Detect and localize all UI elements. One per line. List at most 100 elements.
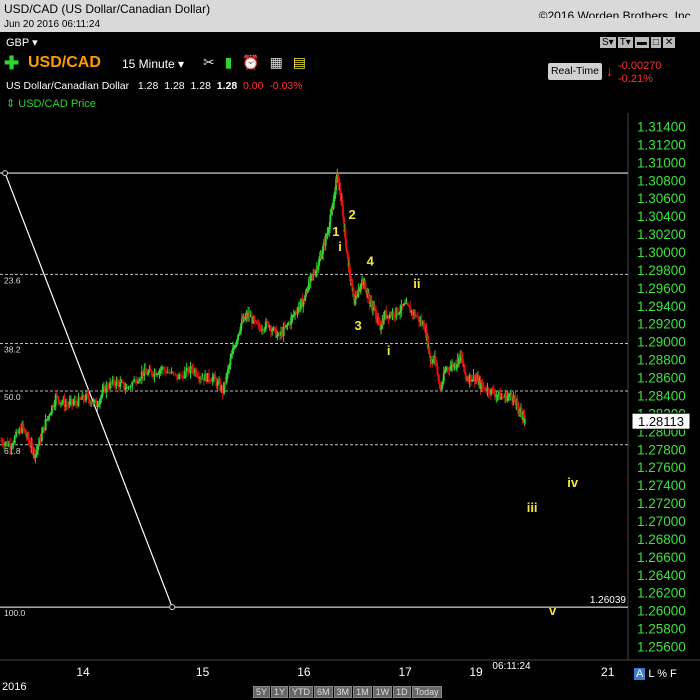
candle-body bbox=[224, 381, 227, 383]
candle-body bbox=[513, 396, 516, 400]
candle-body bbox=[419, 319, 422, 322]
candle-body bbox=[523, 418, 526, 424]
realtime-button[interactable]: Real-Time bbox=[548, 63, 602, 80]
percent-scale-button[interactable]: % bbox=[657, 668, 667, 680]
y-tick-label: 1.26400 bbox=[637, 568, 686, 583]
candle-body bbox=[243, 316, 246, 320]
time-button-3m[interactable]: 3M bbox=[333, 686, 353, 698]
alarm-clock-icon[interactable]: ⏰ bbox=[242, 54, 259, 71]
candle-body bbox=[473, 375, 476, 382]
candle-body bbox=[383, 311, 386, 319]
candle-body bbox=[0, 440, 3, 442]
tools-icon[interactable]: ✂ bbox=[203, 54, 215, 71]
trend-line bbox=[4, 172, 173, 608]
time-button-1d[interactable]: 1D bbox=[393, 686, 411, 698]
change-pct: -0.21% bbox=[618, 73, 653, 85]
calculator-icon[interactable]: ▦ bbox=[270, 54, 283, 71]
candle-body bbox=[209, 379, 212, 381]
candle-body bbox=[31, 442, 34, 446]
candle-body bbox=[286, 324, 289, 326]
series-legend[interactable]: ⇕ USD/CAD Price bbox=[6, 97, 96, 110]
candle-body bbox=[273, 327, 276, 329]
candle-body bbox=[43, 427, 46, 431]
candle-body bbox=[416, 316, 419, 318]
symbol-label[interactable]: USD/CAD bbox=[28, 54, 101, 72]
candle-body bbox=[317, 265, 320, 270]
trend-line-handle bbox=[169, 604, 176, 611]
fit-button[interactable]: F bbox=[670, 668, 677, 680]
candle-body bbox=[483, 387, 486, 391]
window-button-4[interactable]: ✕ bbox=[662, 37, 676, 48]
candle-body bbox=[153, 371, 156, 377]
auto-scale-button[interactable]: A bbox=[634, 668, 646, 680]
candle-body bbox=[185, 367, 188, 372]
candle-body bbox=[461, 359, 464, 364]
add-symbol-icon[interactable]: ✚ bbox=[4, 53, 19, 74]
interval-select[interactable]: 15 Minute ▾ bbox=[122, 57, 184, 71]
candle-body bbox=[42, 427, 45, 433]
candle-body bbox=[312, 273, 315, 276]
candle-body bbox=[404, 303, 407, 305]
candle-body bbox=[400, 304, 403, 312]
time-button-1w[interactable]: 1W bbox=[372, 686, 393, 698]
time-button-today[interactable]: Today bbox=[411, 686, 442, 698]
y-tick-label: 1.29800 bbox=[637, 263, 686, 278]
candle-body bbox=[72, 402, 75, 404]
candle-body bbox=[363, 281, 366, 283]
wave-label: v bbox=[549, 603, 557, 618]
candle-body bbox=[331, 208, 334, 210]
candle-body bbox=[405, 302, 408, 304]
quote-name: US Dollar/Canadian Dollar bbox=[6, 80, 130, 92]
candle-body bbox=[500, 396, 503, 400]
bar-chart-icon[interactable]: ▮ bbox=[225, 54, 233, 71]
candle-body bbox=[101, 389, 104, 396]
candle-body bbox=[435, 360, 438, 364]
time-button-1y[interactable]: 1Y bbox=[271, 686, 289, 698]
candle-body bbox=[33, 449, 36, 453]
candle-body bbox=[216, 381, 219, 386]
wave-label: iv bbox=[567, 475, 579, 490]
candle-body bbox=[464, 374, 467, 380]
candle-body bbox=[129, 386, 132, 388]
candle-body bbox=[34, 454, 37, 458]
time-button-6m[interactable]: 6M bbox=[314, 686, 333, 698]
candle-body bbox=[371, 304, 374, 311]
candle-body bbox=[32, 452, 35, 454]
y-tick-label: 1.28200 bbox=[637, 406, 686, 421]
currency-select[interactable]: GBP ▾ bbox=[6, 36, 38, 49]
candle-body bbox=[436, 366, 439, 375]
candle-body bbox=[240, 323, 243, 331]
candle-body bbox=[22, 423, 25, 429]
candle-body bbox=[313, 273, 316, 275]
candle-body bbox=[162, 367, 165, 371]
candle-body bbox=[125, 387, 128, 389]
candle-body bbox=[195, 369, 198, 376]
wave-label: 3 bbox=[355, 318, 362, 333]
candle-body bbox=[363, 281, 366, 285]
time-button-ytd[interactable]: YTD bbox=[289, 686, 314, 698]
candle-body bbox=[523, 414, 526, 424]
candle-body bbox=[220, 386, 223, 391]
candle-body bbox=[335, 176, 338, 179]
candle-body bbox=[390, 313, 393, 316]
candle-body bbox=[496, 395, 499, 397]
candle-body bbox=[142, 371, 145, 377]
candle-body bbox=[66, 404, 69, 406]
window-button-2[interactable]: ▬ bbox=[634, 37, 649, 48]
window-button-3[interactable]: □ bbox=[650, 37, 661, 48]
time-button-5y[interactable]: 5Y bbox=[253, 686, 271, 698]
candle-body bbox=[231, 348, 234, 355]
note-icon[interactable]: ▤ bbox=[293, 54, 306, 71]
price-chart[interactable]: 1.31400 1.31200 1.31000 1.30800 1.30600 1.304… bbox=[0, 0, 700, 700]
time-button-1m[interactable]: 1M bbox=[353, 686, 372, 698]
log-scale-button[interactable]: L bbox=[648, 668, 654, 680]
candle-body bbox=[133, 379, 136, 382]
candle-body bbox=[475, 377, 478, 382]
candle-body bbox=[399, 311, 402, 314]
candle-body bbox=[460, 351, 463, 357]
window-button-0[interactable]: S▾ bbox=[600, 37, 616, 48]
window-button-1[interactable]: T▾ bbox=[617, 37, 633, 48]
candle-body bbox=[366, 290, 369, 294]
candle-body bbox=[267, 321, 270, 328]
wave-label: 4 bbox=[367, 253, 375, 268]
